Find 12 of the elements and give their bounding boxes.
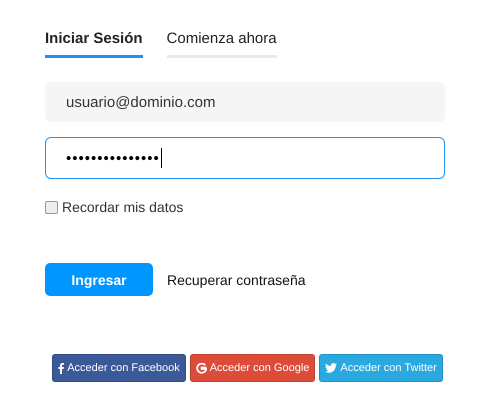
social-login-button[interactable]: Acceder con Google <box>190 354 316 382</box>
password-field[interactable]: ••••••••••••••• <box>45 137 445 179</box>
checkbox-label: Recordar mis datos <box>62 199 184 215</box>
tab[interactable]: Iniciar Sesión <box>45 26 143 58</box>
facebook-icon <box>58 362 64 374</box>
tab[interactable]: Comienza ahora <box>166 26 277 58</box>
recover-password-link[interactable]: Recuperar contraseña <box>167 272 306 288</box>
social-login-button[interactable]: Acceder con Facebook <box>52 354 186 382</box>
email-field[interactable]: usuario@dominio.com <box>45 82 445 122</box>
checkbox[interactable] <box>45 200 58 214</box>
bird-icon <box>325 363 338 373</box>
google-icon <box>196 362 207 374</box>
